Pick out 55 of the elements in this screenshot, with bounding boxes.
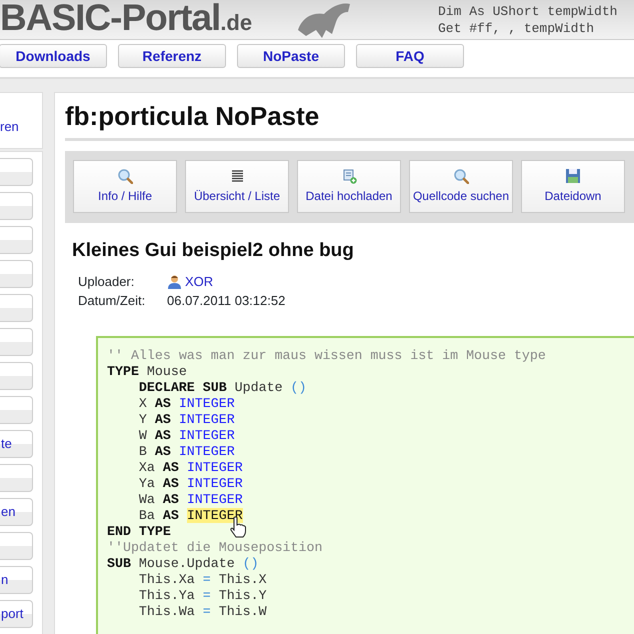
code-line: This.Ya = This.Y bbox=[138, 588, 267, 604]
code-line: Xa AS INTEGER bbox=[138, 460, 243, 476]
page-title: fb:porticula NoPaste bbox=[65, 101, 634, 142]
banner-code-line: Get #ff, , tempWidth bbox=[438, 20, 596, 37]
document-add-icon bbox=[341, 168, 357, 184]
toolbar-button[interactable]: Übersicht / Liste bbox=[185, 160, 289, 214]
nav-button[interactable]: Downloads bbox=[0, 44, 107, 68]
toolbar-button[interactable]: Quellcode suchen bbox=[409, 160, 513, 214]
sidebar-button[interactable] bbox=[0, 362, 33, 390]
code-line: Y AS INTEGER bbox=[138, 412, 235, 428]
sidebar-button[interactable] bbox=[0, 328, 33, 356]
code-line: SUB Mouse.Update () bbox=[107, 556, 259, 572]
code-line: '' Alles was man zur maus wissen muss ist im Mouse type bbox=[107, 348, 546, 364]
list-icon bbox=[229, 168, 245, 184]
meta-value: 06.07.2011 03:12:52 bbox=[167, 292, 286, 310]
user-icon bbox=[167, 274, 182, 289]
code-line: This.Xa = This.X bbox=[138, 572, 267, 588]
toolbar-button[interactable]: Dateidown bbox=[521, 160, 625, 214]
sidebar-button[interactable] bbox=[0, 464, 33, 492]
code-line: W AS INTEGER bbox=[138, 428, 235, 444]
code-line: END TYPE bbox=[107, 524, 171, 540]
nav-button[interactable]: NoPaste bbox=[237, 44, 345, 68]
logo-text: BASIC-Portal bbox=[0, 0, 220, 36]
search-icon bbox=[117, 168, 133, 184]
entry-title: Kleines Gui beispiel2 ohne bug bbox=[72, 240, 355, 263]
code-line: B AS INTEGER bbox=[138, 444, 235, 460]
sidebar-button[interactable] bbox=[0, 260, 33, 288]
code-line: ''Updatet die Mouseposition bbox=[107, 540, 322, 556]
nav-button[interactable]: FAQ bbox=[356, 44, 464, 68]
code-line: Wa AS INTEGER bbox=[138, 492, 243, 508]
sidebar-button[interactable] bbox=[0, 396, 33, 424]
nav-button[interactable]: Referenz bbox=[118, 44, 226, 68]
meta-label: Uploader: bbox=[78, 272, 136, 291]
meta-label: Datum/Zeit: bbox=[78, 292, 146, 310]
code-line: Ya AS INTEGER bbox=[138, 476, 243, 492]
sidebar-button[interactable] bbox=[0, 226, 33, 254]
sidebar-button[interactable] bbox=[0, 158, 33, 186]
code-line: DECLARE SUB Update () bbox=[138, 380, 306, 396]
toolbar-button[interactable]: Datei hochladen bbox=[297, 160, 401, 214]
search-icon bbox=[453, 168, 469, 184]
sidebar-button[interactable]: en bbox=[0, 498, 33, 526]
uploader-link[interactable]: XOR bbox=[185, 272, 214, 291]
sidebar-link[interactable]: ren bbox=[0, 119, 19, 134]
code-line: X AS INTEGER bbox=[138, 396, 235, 412]
sidebar-button[interactable] bbox=[0, 192, 33, 220]
toolbar-button[interactable]: Info / Hilfe bbox=[73, 160, 177, 214]
banner-code-line: Dim As UShort tempWidth bbox=[438, 3, 618, 20]
sidebar-button[interactable]: port bbox=[0, 600, 33, 628]
logo-suffix: .de bbox=[220, 12, 252, 34]
code-line: TYPE Mouse bbox=[107, 364, 187, 380]
code-line: This.Wa = This.W bbox=[138, 604, 267, 620]
sidebar-button[interactable] bbox=[0, 532, 33, 560]
sidebar-button[interactable]: te bbox=[0, 430, 33, 458]
sidebar-button[interactable]: n bbox=[0, 566, 33, 594]
sidebar-button[interactable] bbox=[0, 294, 33, 322]
